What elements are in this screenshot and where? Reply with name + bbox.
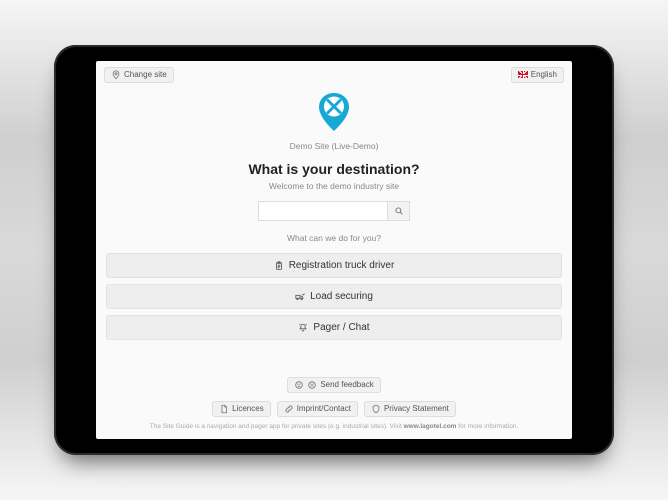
uk-flag-icon (518, 71, 528, 78)
footer-link-privacy-statement[interactable]: Privacy Statement (364, 401, 456, 417)
truck-check-icon (295, 292, 305, 302)
change-site-button[interactable]: Change site (104, 67, 174, 83)
footer-credit: The Site Guide is a navigation and pager… (96, 423, 572, 431)
welcome-text: Welcome to the demo industry site (96, 181, 572, 191)
change-site-label: Change site (124, 70, 167, 80)
action-label: Pager / Chat (313, 322, 369, 333)
action-load-securing[interactable]: Load securing (106, 284, 562, 309)
link-icon (284, 404, 294, 414)
document-icon (219, 404, 229, 414)
send-feedback-label: Send feedback (320, 380, 373, 390)
tablet-frame: Change site English Demo Site (Live-Demo… (54, 45, 614, 455)
app-logo-icon (317, 91, 351, 135)
search-button[interactable] (388, 201, 410, 221)
pin-icon (111, 70, 121, 80)
logo-area (96, 91, 572, 135)
credit-pre: The Site Guide is a navigation and pager… (150, 423, 404, 430)
footer-links: Licences Imprint/Contact Privacy Stateme… (96, 401, 572, 417)
clipboard-icon (274, 261, 284, 271)
site-name: Demo Site (Live-Demo) (96, 141, 572, 151)
frown-icon (307, 380, 317, 390)
footer-link-imprint-contact[interactable]: Imprint/Contact (277, 401, 358, 417)
search-icon (394, 206, 404, 216)
credit-link[interactable]: www.lagotel.com (404, 423, 457, 430)
app-screen: Change site English Demo Site (Live-Demo… (96, 61, 572, 439)
action-registration-truck-driver[interactable]: Registration truck driver (106, 253, 562, 278)
action-label: Load securing (310, 291, 373, 302)
send-feedback-button[interactable]: Send feedback (287, 377, 380, 393)
footer-link-label: Licences (232, 404, 264, 414)
actions-list: Registration truck driver Load securing (106, 253, 562, 340)
search-row (96, 201, 572, 221)
smile-icon (294, 380, 304, 390)
footer: Send feedback Licences Imprint/Contact (96, 377, 572, 431)
footer-link-label: Imprint/Contact (297, 404, 351, 414)
credit-post: for more information. (458, 423, 518, 430)
search-input[interactable] (258, 201, 388, 221)
page-title: What is your destination? (96, 161, 572, 177)
shield-icon (371, 404, 381, 414)
action-label: Registration truck driver (289, 260, 395, 271)
help-text: What can we do for you? (96, 233, 572, 243)
bell-icon (298, 323, 308, 333)
action-pager-chat[interactable]: Pager / Chat (106, 315, 562, 340)
language-button[interactable]: English (511, 67, 564, 83)
language-label: English (531, 70, 557, 80)
footer-link-label: Privacy Statement (384, 404, 449, 414)
footer-link-licences[interactable]: Licences (212, 401, 271, 417)
top-bar: Change site English (96, 61, 572, 87)
